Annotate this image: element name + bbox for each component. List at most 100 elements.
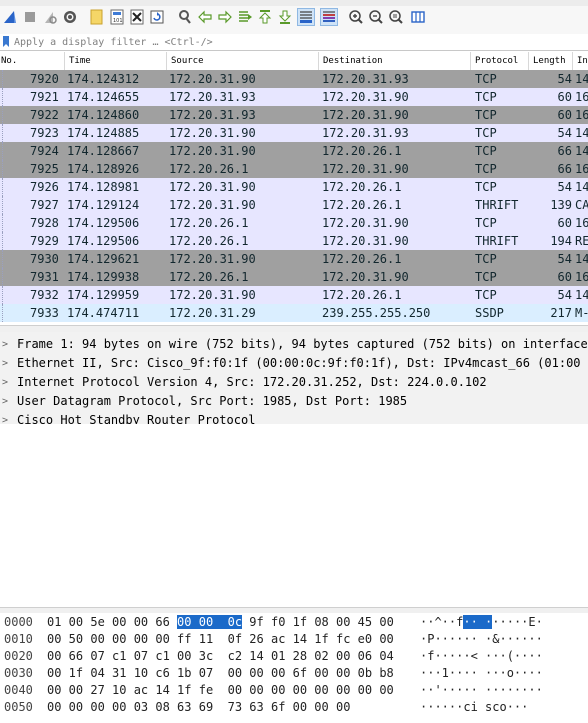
expand-arrow-icon[interactable]: > [2, 411, 12, 424]
cell-time: 174.129959 [67, 288, 140, 302]
last-packet-icon[interactable] [277, 9, 293, 25]
forward-arrow-icon[interactable] [217, 9, 233, 25]
packet-row[interactable]: 7927 174.129124 172.20.31.90 172.20.26.1 THR… [0, 196, 588, 214]
packet-row[interactable]: 7920 174.124312 172.20.31.90 172.20.31.93 TC… [0, 70, 588, 88]
byte-ascii[interactable]: ···1···· ···o···· [420, 665, 543, 682]
row-related-marker [2, 304, 5, 322]
cell-info: 16 [575, 216, 588, 230]
selected-ascii-bytes: ·· · [463, 615, 493, 629]
open-folder-icon[interactable] [89, 9, 105, 25]
zoom-out-icon[interactable] [368, 9, 384, 25]
cell-protocol: TCP [475, 144, 497, 158]
detail-tree-item[interactable]: > Ethernet II, Src: Cisco_9f:f0:1f (00:00… [0, 354, 588, 373]
packet-row[interactable]: 7933 174.474711 172.20.31.29 239.255.255.25… [0, 304, 588, 322]
cell-destination: 239.255.255.250 [322, 306, 431, 320]
cell-protocol: TCP [475, 288, 497, 302]
byte-ascii[interactable]: ··'····· ········ [420, 682, 543, 699]
detail-item-text: User Datagram Protocol, Src Port: 1985, … [17, 394, 408, 408]
packet-row[interactable]: 7930 174.129621 172.20.31.90 172.20.26.1 TCP… [0, 250, 588, 268]
column-header-length[interactable]: Length [528, 52, 572, 70]
go-to-packet-icon[interactable] [237, 9, 253, 25]
detail-tree-item[interactable]: > Frame 1: 94 bytes on wire (752 bits), 9… [0, 335, 588, 354]
stop-square-icon[interactable] [22, 9, 38, 25]
expand-arrow-icon[interactable]: > [2, 354, 12, 373]
expand-arrow-icon[interactable]: > [2, 335, 12, 354]
restart-fin-icon[interactable] [42, 9, 58, 25]
close-file-icon[interactable] [129, 9, 145, 25]
byte-hex[interactable]: 00 1f 04 31 10 c6 1b 07 00 00 00 6f 00 0… [47, 665, 394, 682]
cell-destination: 172.20.31.90 [322, 270, 409, 284]
normal-size-icon[interactable] [388, 9, 404, 25]
column-header-time[interactable]: Time [64, 52, 166, 70]
cell-info: M- [575, 306, 588, 320]
resize-columns-icon[interactable] [410, 9, 426, 25]
save-file-icon[interactable]: 101 [109, 9, 125, 25]
expand-arrow-icon[interactable]: > [2, 373, 12, 392]
byte-ascii[interactable]: ··^··f·· ······E· [420, 614, 543, 631]
byte-hex[interactable]: 00 00 00 00 03 08 63 69 73 63 6f 00 00 0… [47, 699, 350, 716]
byte-ascii[interactable]: ·f·····< ···(···· [420, 648, 543, 665]
cell-source: 172.20.26.1 [169, 216, 249, 230]
byte-offset: 0020 [4, 649, 33, 663]
packet-row[interactable]: 7928 174.129506 172.20.26.1 172.20.31.90 TCP… [0, 214, 588, 232]
byte-row: 0020 00 66 07 c1 07 c1 00 3c c2 14 01 28 … [0, 648, 588, 665]
cell-protocol: TCP [475, 252, 497, 266]
packet-row[interactable]: 7922 174.124860 172.20.31.93 172.20.31.90 TC… [0, 106, 588, 124]
options-gear-icon[interactable] [62, 9, 78, 25]
byte-hex[interactable]: 01 00 5e 00 00 66 00 00 0c 9f f0 1f 08 0… [47, 614, 394, 631]
row-related-marker [2, 286, 5, 304]
byte-hex[interactable]: 00 50 00 00 00 00 ff 11 0f 26 ac 14 1f f… [47, 631, 394, 648]
cell-no: 7933 [30, 306, 59, 320]
packet-row[interactable]: 7923 174.124885 172.20.31.90 172.20.31.93 TC… [0, 124, 588, 142]
find-icon[interactable] [177, 9, 193, 25]
column-header-info[interactable]: In [572, 52, 588, 70]
packet-row[interactable]: 7926 174.128981 172.20.31.90 172.20.26.1 TCP… [0, 178, 588, 196]
title-strip [0, 0, 588, 6]
byte-ascii[interactable]: ·P······ ·&······ [420, 631, 543, 648]
packet-row[interactable]: 7925 174.128926 172.20.26.1 172.20.31.90 TCP… [0, 160, 588, 178]
expand-arrow-icon[interactable]: > [2, 392, 12, 411]
packet-row[interactable]: 7932 174.129959 172.20.31.90 172.20.26.1 TCP… [0, 286, 588, 304]
zoom-in-icon[interactable] [348, 9, 364, 25]
bookmark-icon[interactable] [2, 36, 10, 47]
detail-tree-item[interactable]: > Cisco Hot Standby Router Protocol [0, 411, 588, 424]
shark-fin-start-icon[interactable] [2, 9, 18, 25]
reload-icon[interactable] [149, 9, 165, 25]
cell-destination: 172.20.26.1 [322, 180, 402, 194]
detail-tree-item[interactable]: > Internet Protocol Version 4, Src: 172.2… [0, 373, 588, 392]
packet-details-pane: > Frame 1: 94 bytes on wire (752 bits), 9… [0, 332, 588, 424]
byte-hex[interactable]: 00 66 07 c1 07 c1 00 3c c2 14 01 28 02 0… [47, 648, 394, 665]
detail-tree-item[interactable]: > User Datagram Protocol, Src Port: 1985,… [0, 392, 588, 411]
byte-ascii[interactable]: ······ci sco··· [420, 699, 528, 716]
svg-text:101: 101 [113, 18, 123, 24]
byte-offset: 0010 [4, 632, 33, 646]
hex-segment: 00 1f 04 31 10 c6 1b 07 00 00 00 6f 00 0… [47, 666, 394, 680]
column-header-protocol[interactable]: Protocol [470, 52, 528, 70]
cell-protocol: TCP [475, 270, 497, 284]
display-filter-input[interactable] [14, 34, 584, 50]
cell-destination: 172.20.31.90 [322, 90, 409, 104]
cell-destination: 172.20.31.90 [322, 234, 409, 248]
cell-info: 16 [575, 90, 588, 104]
cell-info: 16 [575, 270, 588, 284]
cell-source: 172.20.31.90 [169, 288, 256, 302]
column-header-no[interactable]: No. [0, 52, 64, 70]
cell-no: 7930 [30, 252, 59, 266]
byte-hex[interactable]: 00 00 27 10 ac 14 1f fe 00 00 00 00 00 0… [47, 682, 394, 699]
cell-info: 16 [575, 108, 588, 122]
column-header-source[interactable]: Source [166, 52, 318, 70]
column-header-destination[interactable]: Destination [318, 52, 470, 70]
cell-time: 174.124885 [67, 126, 140, 140]
first-packet-icon[interactable] [257, 9, 273, 25]
packet-row[interactable]: 7931 174.129938 172.20.26.1 172.20.31.90 TCP… [0, 268, 588, 286]
back-arrow-icon[interactable] [197, 9, 213, 25]
cell-time: 174.129938 [67, 270, 140, 284]
packet-row[interactable]: 7921 174.124655 172.20.31.93 172.20.31.90 TC… [0, 88, 588, 106]
colorize-icon[interactable] [320, 8, 338, 26]
packet-row[interactable]: 7924 174.128667 172.20.31.90 172.20.26.1 TCP… [0, 142, 588, 160]
byte-offset: 0050 [4, 700, 33, 714]
packet-row[interactable]: 7929 174.129506 172.20.26.1 172.20.31.90 THR… [0, 232, 588, 250]
autoscroll-icon[interactable] [297, 8, 315, 26]
cell-no: 7932 [30, 288, 59, 302]
cell-length: 60 [557, 108, 572, 122]
